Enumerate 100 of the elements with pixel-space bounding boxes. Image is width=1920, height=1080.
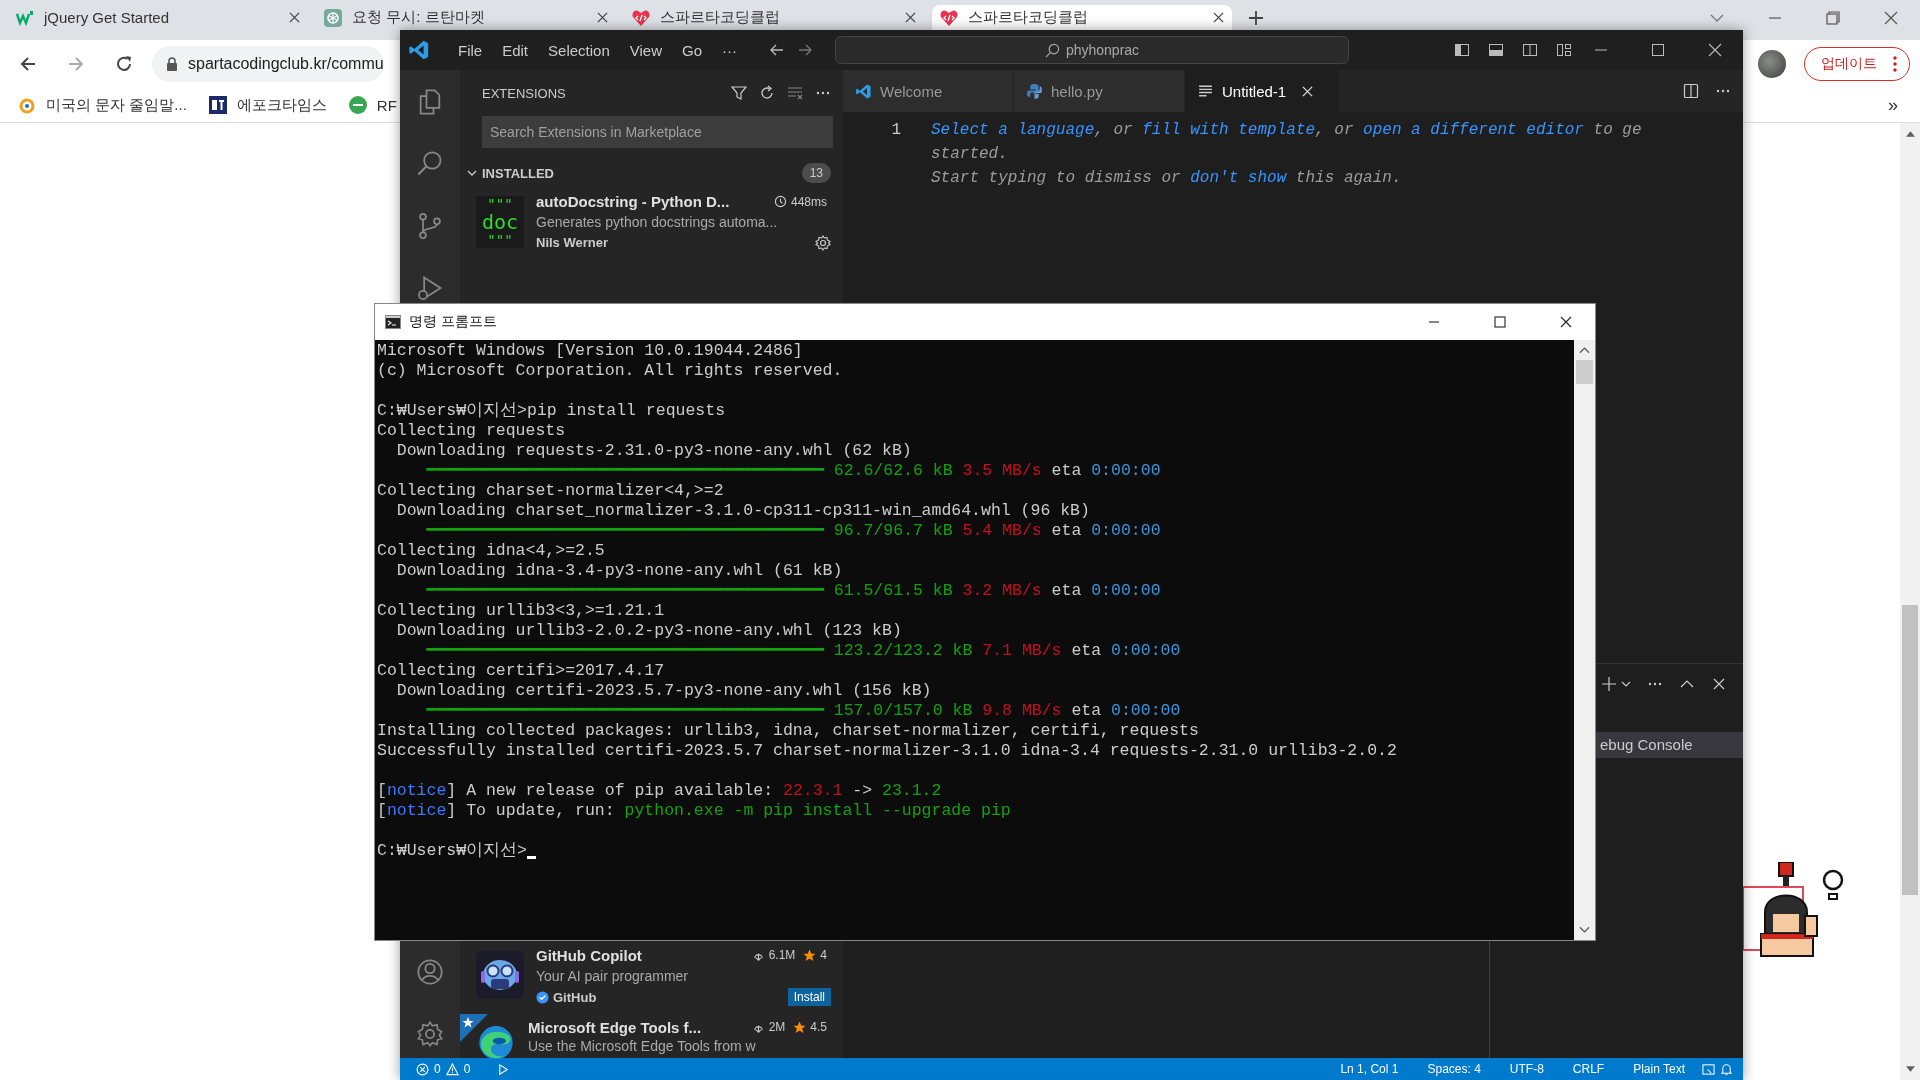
console-line: ━━━━━━━━━━━━━━━━━━━━━━━━━━━━━━━━━━━━━━━━ 123.2/123.2 kB 7.1 MB/s eta 0:00:00 xyxy=(425,641,1181,661)
back-icon[interactable] xyxy=(769,42,785,58)
plus-icon[interactable] xyxy=(1601,676,1617,692)
editor-tab[interactable]: Welcome xyxy=(843,70,1014,112)
menu-item[interactable]: File xyxy=(448,41,493,59)
code-heart-icon xyxy=(940,8,958,27)
console-line: ━━━━━━━━━━━━━━━━━━━━━━━━━━━━━━━━━━━━━━━━ 96.7/96.7 kB 5.4 MB/s eta 0:00:00 xyxy=(425,521,1161,541)
restore-icon[interactable] xyxy=(1825,10,1841,26)
extension-name: autoDocstring - Python D... xyxy=(536,193,730,210)
status-item[interactable]: Spaces: 4 xyxy=(1427,1062,1481,1076)
close-icon[interactable] xyxy=(289,12,300,23)
terminal-list-item[interactable]: ebug Console xyxy=(1596,732,1743,758)
menu-item[interactable]: Edit xyxy=(492,41,539,59)
source-control-icon[interactable] xyxy=(416,212,444,240)
sidebar-toggle-icon[interactable] xyxy=(1454,42,1470,58)
console-line: Collecting requests xyxy=(377,421,566,441)
star-icon xyxy=(793,1020,807,1034)
extension-item[interactable]: """ doc """ autoDocstring - Python D... 448ms Generates python docstrings automa... Nils Werner xyxy=(460,186,843,258)
rating: 4 xyxy=(820,948,827,962)
install-button[interactable]: Install xyxy=(787,988,831,1006)
section-header[interactable]: INSTALLED 13 xyxy=(460,160,843,186)
browser-tab[interactable]: jQuery Get Started xyxy=(8,5,308,30)
settings-icon[interactable] xyxy=(416,1020,444,1048)
scrollbar[interactable] xyxy=(1574,340,1595,940)
address-bar[interactable]: spartacodingclub.kr/commu xyxy=(152,46,384,82)
editor-tab[interactable]: hello.py xyxy=(1014,70,1185,112)
close-icon[interactable] xyxy=(1711,676,1727,692)
chevron-down-icon[interactable] xyxy=(1621,679,1631,689)
count-badge: 13 xyxy=(801,163,831,183)
scrollbar-thumb[interactable] xyxy=(1902,605,1918,895)
scrollbar-thumb[interactable] xyxy=(1576,360,1593,384)
status-item[interactable]: CRLF xyxy=(1572,1062,1605,1076)
lock-icon xyxy=(166,57,178,71)
star-icon xyxy=(803,948,817,962)
layout-grid-icon[interactable] xyxy=(1556,42,1572,58)
scroll-down-icon[interactable] xyxy=(1905,1066,1915,1072)
settings-icon[interactable] xyxy=(815,234,831,251)
forward-icon[interactable] xyxy=(797,42,813,58)
browser-tab[interactable]: 요청 무시: 르탄마켓 xyxy=(316,5,616,30)
browser-tab[interactable]: 스파르타코딩클럽 xyxy=(624,5,924,30)
account-icon[interactable] xyxy=(416,958,444,986)
warning-icon[interactable] xyxy=(445,1062,459,1076)
close-icon[interactable] xyxy=(597,12,608,23)
update-button[interactable]: 업데이트 xyxy=(1804,47,1910,81)
status-item[interactable]: Plain Text xyxy=(1633,1062,1685,1076)
layout-icon[interactable] xyxy=(1702,1062,1715,1076)
new-tab-icon[interactable] xyxy=(1248,10,1264,26)
panel-toggle-icon[interactable] xyxy=(1488,42,1504,58)
warning-count[interactable]: 0 xyxy=(463,1062,471,1076)
more-icon[interactable] xyxy=(1893,56,1897,72)
search-field[interactable]: Search Extensions in Marketplace xyxy=(482,116,833,148)
clear-icon[interactable] xyxy=(787,85,803,101)
console-line: Installing collected packages: urllib3, idna, charset-normalizer, certifi, requests xyxy=(377,721,1199,741)
status-item[interactable]: Ln 1, Col 1 xyxy=(1340,1062,1399,1076)
play-icon[interactable] xyxy=(497,1062,511,1076)
extension-item[interactable]: GitHub Copilot 6.1M 4 Your AI pair programmer GitHub Install xyxy=(460,941,843,1014)
menu-item[interactable]: ··· xyxy=(712,41,747,59)
bookmark[interactable]: 에포크타임스 xyxy=(208,95,327,115)
link[interactable]: fill with template xyxy=(1142,121,1316,139)
command-center[interactable]: phyhonprac xyxy=(835,36,1349,64)
editor-tab[interactable]: Untitled-1 xyxy=(1185,70,1340,112)
search-icon[interactable] xyxy=(416,150,444,178)
close-icon[interactable] xyxy=(1707,42,1723,58)
run-debug-icon[interactable] xyxy=(416,274,444,302)
console-line: ━━━━━━━━━━━━━━━━━━━━━━━━━━━━━━━━━━━━━━━━ 61.5/61.5 kB 3.2 MB/s eta 0:00:00 xyxy=(425,581,1161,601)
close-icon[interactable] xyxy=(905,12,916,23)
maximize-icon[interactable] xyxy=(1650,42,1666,58)
split-layout-icon[interactable] xyxy=(1522,42,1538,58)
link[interactable]: Select a language xyxy=(931,121,1095,139)
error-count[interactable]: 0 xyxy=(434,1062,441,1076)
scroll-up-icon[interactable] xyxy=(1905,131,1915,137)
refresh-icon[interactable] xyxy=(759,85,775,101)
scroll-down-icon[interactable] xyxy=(1579,926,1590,934)
bookmarks-overflow[interactable]: » xyxy=(1888,94,1898,116)
link[interactable]: open a different editor xyxy=(1363,121,1584,139)
app-logo-icon xyxy=(408,39,430,61)
site-icon xyxy=(208,96,227,114)
scroll-up-icon[interactable] xyxy=(1579,346,1590,354)
filter-icon[interactable] xyxy=(731,85,747,101)
console-line: Collecting urllib3<3,>=1.21.1 xyxy=(377,601,665,621)
bookmark[interactable]: RF xyxy=(348,96,397,114)
robot-logo-icon xyxy=(476,951,524,999)
bookmark[interactable]: 미국의 문자 줄임말... xyxy=(18,95,187,115)
link[interactable]: don't show xyxy=(1190,169,1287,187)
download-count: 6.1M xyxy=(768,948,796,962)
split-editor-icon[interactable] xyxy=(1683,83,1699,99)
menu-item[interactable]: Go xyxy=(672,41,712,59)
browser-tab[interactable]: 스파르타코딩클럽 xyxy=(932,5,1232,30)
error-icon[interactable] xyxy=(416,1062,429,1076)
reload-icon[interactable] xyxy=(114,54,134,74)
menu-item[interactable]: Selection xyxy=(538,41,620,59)
bell-icon[interactable] xyxy=(1720,1062,1733,1076)
avatar[interactable] xyxy=(1758,50,1786,78)
scrollbar[interactable] xyxy=(1900,123,1920,1080)
menu-item[interactable]: View xyxy=(619,41,672,59)
status-item[interactable]: UTF-8 xyxy=(1509,1062,1544,1076)
close-icon[interactable] xyxy=(1558,314,1574,330)
extension-name: Microsoft Edge Tools f... xyxy=(528,1018,702,1036)
site-icon xyxy=(348,96,367,114)
close-icon[interactable] xyxy=(1213,12,1224,23)
